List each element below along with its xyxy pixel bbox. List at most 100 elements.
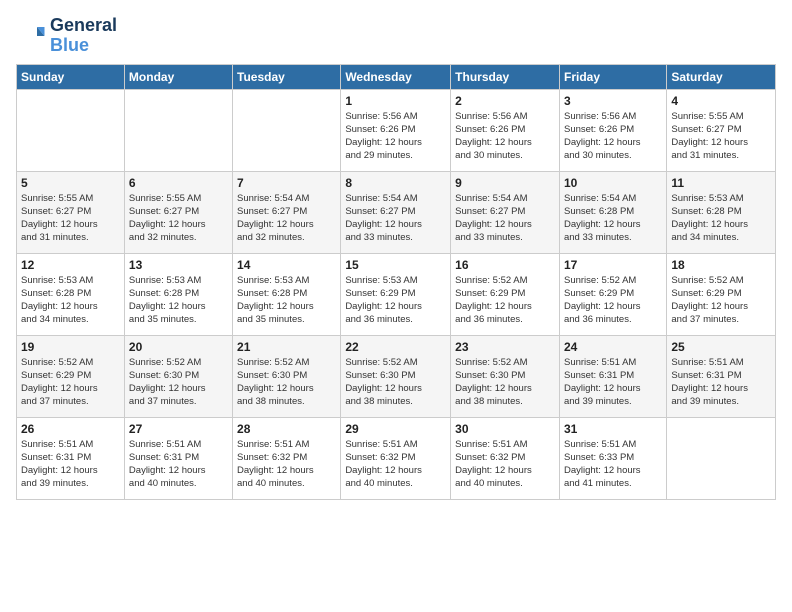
day-number: 2 xyxy=(455,94,555,108)
week-row-3: 12 Sunrise: 5:53 AM Sunset: 6:28 PM Dayli… xyxy=(17,253,776,335)
day-cell: 23 Sunrise: 5:52 AM Sunset: 6:30 PM Dayli… xyxy=(451,335,560,417)
header-row: SundayMondayTuesdayWednesdayThursdayFrid… xyxy=(17,64,776,89)
day-info: Sunrise: 5:51 AM Sunset: 6:31 PM Dayligh… xyxy=(129,438,228,491)
week-row-4: 19Sunrise: 5:52 AM Sunset: 6:29 PM Dayli… xyxy=(17,335,776,417)
day-info: Sunrise: 5:51 AM Sunset: 6:32 PM Dayligh… xyxy=(237,438,336,491)
day-info: Sunrise: 5:53 AM Sunset: 6:28 PM Dayligh… xyxy=(129,274,228,327)
day-cell: 2 Sunrise: 5:56 AM Sunset: 6:26 PM Daylig… xyxy=(451,89,560,171)
day-cell: 4 Sunrise: 5:55 AM Sunset: 6:27 PM Daylig… xyxy=(667,89,776,171)
day-cell xyxy=(233,89,341,171)
day-number: 23 xyxy=(455,340,555,354)
day-info: Sunrise: 5:53 AM Sunset: 6:28 PM Dayligh… xyxy=(237,274,336,327)
day-cell: 27 Sunrise: 5:51 AM Sunset: 6:31 PM Dayli… xyxy=(124,417,232,499)
logo-icon xyxy=(16,21,46,51)
day-cell: 20Sunrise: 5:52 AM Sunset: 6:30 PM Dayli… xyxy=(124,335,232,417)
day-cell xyxy=(17,89,125,171)
day-info: Sunrise: 5:52 AM Sunset: 6:30 PM Dayligh… xyxy=(455,356,555,409)
day-cell: 8 Sunrise: 5:54 AM Sunset: 6:27 PM Daylig… xyxy=(341,171,451,253)
day-info: Sunrise: 5:52 AM Sunset: 6:29 PM Dayligh… xyxy=(455,274,555,327)
day-number: 27 xyxy=(129,422,228,436)
day-header-monday: Monday xyxy=(124,64,232,89)
day-info: Sunrise: 5:55 AM Sunset: 6:27 PM Dayligh… xyxy=(671,110,771,163)
day-cell: 28 Sunrise: 5:51 AM Sunset: 6:32 PM Dayli… xyxy=(233,417,341,499)
day-cell xyxy=(124,89,232,171)
day-cell: 12 Sunrise: 5:53 AM Sunset: 6:28 PM Dayli… xyxy=(17,253,125,335)
day-header-sunday: Sunday xyxy=(17,64,125,89)
day-number: 18 xyxy=(671,258,771,272)
day-number: 7 xyxy=(237,176,336,190)
day-number: 31 xyxy=(564,422,662,436)
day-info: Sunrise: 5:54 AM Sunset: 6:27 PM Dayligh… xyxy=(237,192,336,245)
day-cell: 7 Sunrise: 5:54 AM Sunset: 6:27 PM Daylig… xyxy=(233,171,341,253)
day-number: 24 xyxy=(564,340,662,354)
day-cell: 19Sunrise: 5:52 AM Sunset: 6:29 PM Dayli… xyxy=(17,335,125,417)
day-info: Sunrise: 5:52 AM Sunset: 6:29 PM Dayligh… xyxy=(671,274,771,327)
day-cell: 31 Sunrise: 5:51 AM Sunset: 6:33 PM Dayli… xyxy=(559,417,666,499)
logo-line2: Blue xyxy=(50,36,117,56)
day-number: 19 xyxy=(21,340,120,354)
day-info: Sunrise: 5:51 AM Sunset: 6:32 PM Dayligh… xyxy=(345,438,446,491)
day-info: Sunrise: 5:51 AM Sunset: 6:33 PM Dayligh… xyxy=(564,438,662,491)
day-info: Sunrise: 5:56 AM Sunset: 6:26 PM Dayligh… xyxy=(455,110,555,163)
day-header-thursday: Thursday xyxy=(451,64,560,89)
day-cell: 25Sunrise: 5:51 AM Sunset: 6:31 PM Dayli… xyxy=(667,335,776,417)
week-row-5: 26Sunrise: 5:51 AM Sunset: 6:31 PM Dayli… xyxy=(17,417,776,499)
calendar-header: SundayMondayTuesdayWednesdayThursdayFrid… xyxy=(17,64,776,89)
day-number: 4 xyxy=(671,94,771,108)
day-number: 1 xyxy=(345,94,446,108)
day-number: 8 xyxy=(345,176,446,190)
day-info: Sunrise: 5:51 AM Sunset: 6:31 PM Dayligh… xyxy=(671,356,771,409)
day-info: Sunrise: 5:51 AM Sunset: 6:31 PM Dayligh… xyxy=(21,438,120,491)
day-cell: 9Sunrise: 5:54 AM Sunset: 6:27 PM Daylig… xyxy=(451,171,560,253)
day-info: Sunrise: 5:52 AM Sunset: 6:30 PM Dayligh… xyxy=(237,356,336,409)
day-info: Sunrise: 5:54 AM Sunset: 6:27 PM Dayligh… xyxy=(345,192,446,245)
day-info: Sunrise: 5:53 AM Sunset: 6:29 PM Dayligh… xyxy=(345,274,446,327)
day-header-saturday: Saturday xyxy=(667,64,776,89)
day-info: Sunrise: 5:52 AM Sunset: 6:30 PM Dayligh… xyxy=(345,356,446,409)
day-cell: 16 Sunrise: 5:52 AM Sunset: 6:29 PM Dayli… xyxy=(451,253,560,335)
day-number: 3 xyxy=(564,94,662,108)
day-cell: 1 Sunrise: 5:56 AM Sunset: 6:26 PM Daylig… xyxy=(341,89,451,171)
day-info: Sunrise: 5:53 AM Sunset: 6:28 PM Dayligh… xyxy=(671,192,771,245)
day-number: 11 xyxy=(671,176,771,190)
day-number: 17 xyxy=(564,258,662,272)
day-info: Sunrise: 5:56 AM Sunset: 6:26 PM Dayligh… xyxy=(564,110,662,163)
day-number: 29 xyxy=(345,422,446,436)
day-number: 9 xyxy=(455,176,555,190)
day-number: 12 xyxy=(21,258,120,272)
week-row-1: 1 Sunrise: 5:56 AM Sunset: 6:26 PM Daylig… xyxy=(17,89,776,171)
week-row-2: 5 Sunrise: 5:55 AM Sunset: 6:27 PM Daylig… xyxy=(17,171,776,253)
page-header: General Blue xyxy=(16,16,776,56)
day-cell: 6 Sunrise: 5:55 AM Sunset: 6:27 PM Daylig… xyxy=(124,171,232,253)
calendar-body: 1 Sunrise: 5:56 AM Sunset: 6:26 PM Daylig… xyxy=(17,89,776,499)
day-cell: 5 Sunrise: 5:55 AM Sunset: 6:27 PM Daylig… xyxy=(17,171,125,253)
day-header-friday: Friday xyxy=(559,64,666,89)
day-number: 15 xyxy=(345,258,446,272)
day-number: 6 xyxy=(129,176,228,190)
day-info: Sunrise: 5:54 AM Sunset: 6:28 PM Dayligh… xyxy=(564,192,662,245)
day-info: Sunrise: 5:52 AM Sunset: 6:29 PM Dayligh… xyxy=(564,274,662,327)
day-cell: 21 Sunrise: 5:52 AM Sunset: 6:30 PM Dayli… xyxy=(233,335,341,417)
day-cell: 30 Sunrise: 5:51 AM Sunset: 6:32 PM Dayli… xyxy=(451,417,560,499)
calendar-table: SundayMondayTuesdayWednesdayThursdayFrid… xyxy=(16,64,776,500)
day-number: 28 xyxy=(237,422,336,436)
day-info: Sunrise: 5:55 AM Sunset: 6:27 PM Dayligh… xyxy=(21,192,120,245)
day-info: Sunrise: 5:52 AM Sunset: 6:30 PM Dayligh… xyxy=(129,356,228,409)
day-cell xyxy=(667,417,776,499)
day-number: 21 xyxy=(237,340,336,354)
day-number: 30 xyxy=(455,422,555,436)
day-info: Sunrise: 5:55 AM Sunset: 6:27 PM Dayligh… xyxy=(129,192,228,245)
day-number: 16 xyxy=(455,258,555,272)
day-cell: 13Sunrise: 5:53 AM Sunset: 6:28 PM Dayli… xyxy=(124,253,232,335)
day-info: Sunrise: 5:56 AM Sunset: 6:26 PM Dayligh… xyxy=(345,110,446,163)
day-info: Sunrise: 5:51 AM Sunset: 6:32 PM Dayligh… xyxy=(455,438,555,491)
day-number: 5 xyxy=(21,176,120,190)
day-cell: 18 Sunrise: 5:52 AM Sunset: 6:29 PM Dayli… xyxy=(667,253,776,335)
day-number: 14 xyxy=(237,258,336,272)
day-cell: 29 Sunrise: 5:51 AM Sunset: 6:32 PM Dayli… xyxy=(341,417,451,499)
day-info: Sunrise: 5:53 AM Sunset: 6:28 PM Dayligh… xyxy=(21,274,120,327)
day-cell: 11 Sunrise: 5:53 AM Sunset: 6:28 PM Dayli… xyxy=(667,171,776,253)
day-info: Sunrise: 5:51 AM Sunset: 6:31 PM Dayligh… xyxy=(564,356,662,409)
logo: General Blue xyxy=(16,16,117,56)
day-cell: 14 Sunrise: 5:53 AM Sunset: 6:28 PM Dayli… xyxy=(233,253,341,335)
